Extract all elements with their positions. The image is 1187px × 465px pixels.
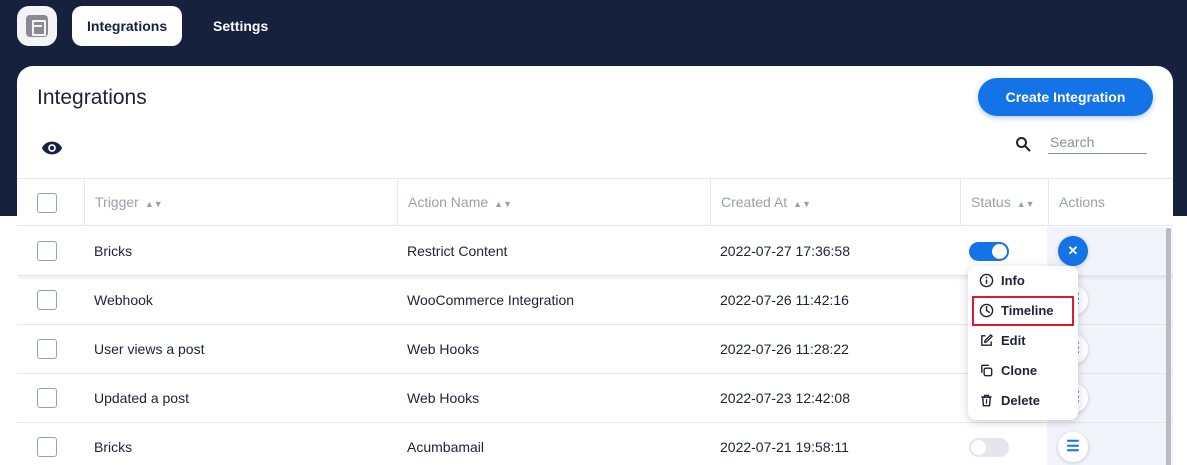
menu-item-clone[interactable]: Clone: [972, 356, 1074, 386]
row-actions-menu: Info Timeline Edit Clone Delete: [968, 266, 1078, 420]
sort-icon: ▲▼: [494, 199, 512, 209]
eye-icon[interactable]: [41, 140, 63, 156]
sort-icon: ▲▼: [1016, 199, 1035, 209]
sort-icon: ▲▼: [144, 199, 163, 209]
row-checkbox[interactable]: [37, 290, 57, 310]
search-input[interactable]: [1048, 130, 1147, 154]
column-action-name[interactable]: Action Name ▲▼: [397, 179, 710, 226]
trigger-cell: User views a post: [94, 341, 205, 357]
column-status[interactable]: Status ▲▼: [960, 179, 1048, 226]
column-trigger[interactable]: Trigger ▲▼: [84, 179, 397, 226]
search-icon[interactable]: [1015, 136, 1031, 152]
clock-icon: [979, 303, 994, 318]
scrollbar[interactable]: [1166, 228, 1171, 465]
scrollbar-thumb[interactable]: [1166, 228, 1171, 465]
action-cell: Web Hooks: [407, 341, 480, 357]
app-logo[interactable]: [17, 6, 57, 46]
column-actions: Actions: [1048, 179, 1173, 226]
created-cell: 2022-07-26 11:42:16: [720, 292, 849, 308]
trigger-cell: Bricks: [94, 243, 133, 259]
toggle-knob: [992, 244, 1007, 259]
info-icon: [979, 273, 994, 288]
trigger-cell: Webhook: [94, 292, 153, 308]
tab-settings[interactable]: Settings: [198, 6, 283, 46]
menu-item-info[interactable]: Info: [972, 266, 1074, 296]
edit-icon: [981, 333, 994, 346]
table-row[interactable]: Bricks Acumbamail 2022-07-21 19:58:11 ☰: [17, 423, 1173, 465]
trash-icon: [981, 394, 992, 407]
page-title: Integrations: [37, 86, 147, 109]
column-created-at[interactable]: Created At ▲▼: [710, 179, 960, 226]
trigger-cell: Updated a post: [94, 390, 189, 406]
trigger-cell: Bricks: [94, 439, 133, 455]
toggle-knob: [971, 440, 986, 455]
row-checkbox[interactable]: [37, 339, 57, 359]
close-icon: ✕: [1067, 243, 1079, 258]
close-menu-button[interactable]: ✕: [1058, 236, 1088, 266]
table-header: Trigger ▲▼ Action Name ▲▼ Created At ▲▼ Sta…: [17, 178, 1173, 226]
row-checkbox[interactable]: [37, 437, 57, 457]
action-cell: Acumbamail: [407, 439, 485, 455]
created-cell: 2022-07-27 17:36:58: [720, 243, 850, 259]
created-cell: 2022-07-23 12:42:08: [720, 390, 850, 406]
logo-icon: [26, 15, 48, 37]
action-cell: Web Hooks: [407, 390, 480, 406]
row-checkbox[interactable]: [37, 388, 57, 408]
status-toggle[interactable]: [969, 242, 1009, 261]
menu-icon: ☰: [1066, 438, 1080, 455]
menu-item-timeline[interactable]: Timeline: [972, 296, 1074, 326]
row-checkbox[interactable]: [37, 241, 57, 261]
action-cell: WooCommerce Integration: [407, 292, 575, 308]
sort-icon: ▲▼: [793, 199, 811, 209]
status-toggle[interactable]: [969, 438, 1009, 457]
create-integration-button[interactable]: Create Integration: [978, 78, 1153, 116]
action-cell: Restrict Content: [407, 243, 508, 259]
tab-integrations[interactable]: Integrations: [72, 6, 183, 46]
select-all-checkbox[interactable]: [37, 193, 57, 213]
menu-item-delete[interactable]: Delete: [972, 386, 1074, 416]
clone-icon: [981, 364, 993, 377]
created-cell: 2022-07-26 11:28:22: [720, 341, 849, 357]
row-actions-button[interactable]: ☰: [1058, 432, 1088, 462]
menu-item-edit[interactable]: Edit: [972, 326, 1074, 356]
created-cell: 2022-07-21 19:58:11: [720, 439, 849, 455]
